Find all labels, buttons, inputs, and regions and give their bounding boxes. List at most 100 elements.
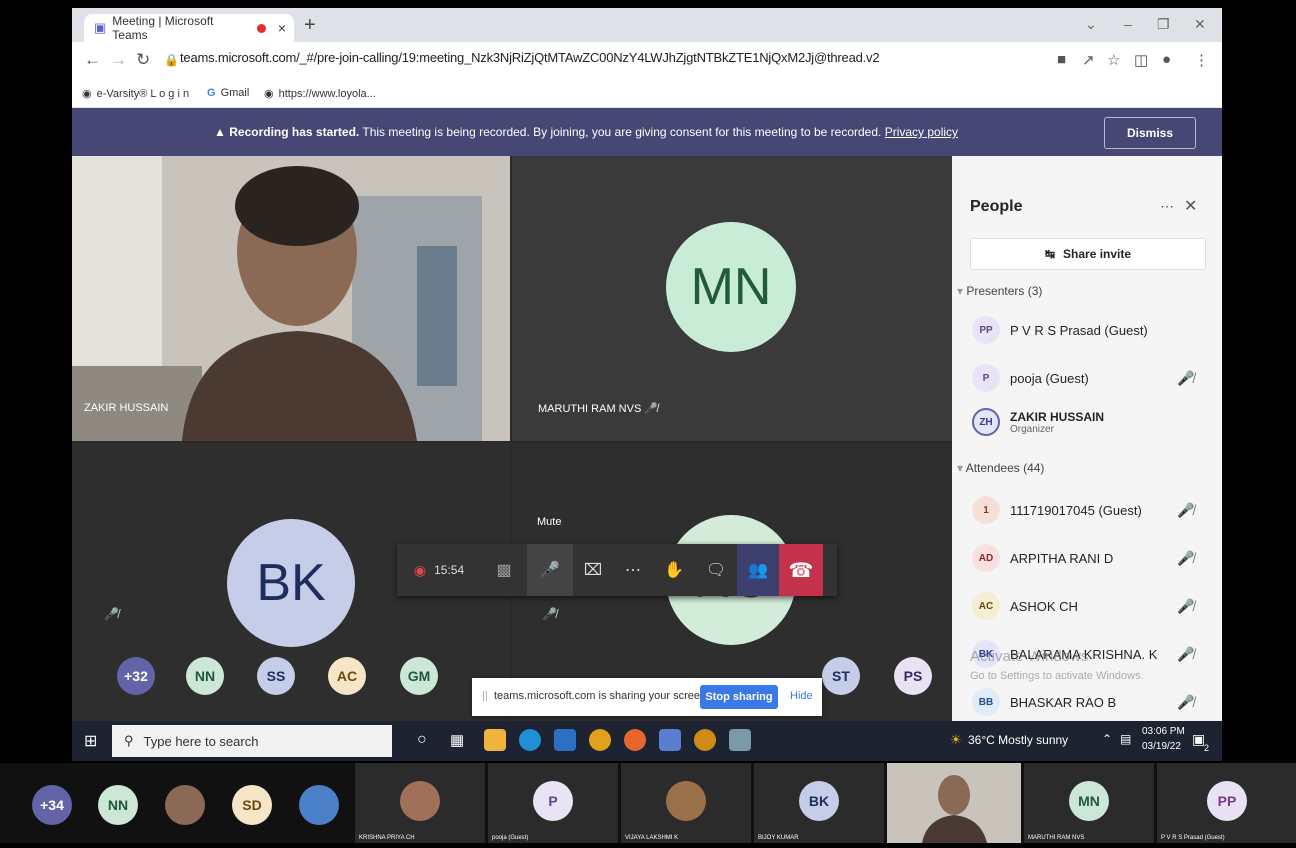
leave-call-button[interactable]: ☎	[779, 544, 823, 596]
store-icon[interactable]	[554, 729, 576, 751]
chat-button[interactable]: 🗨	[695, 544, 737, 596]
participant-avatar[interactable]: GM	[400, 657, 438, 695]
network-icon[interactable]: ▤	[1120, 732, 1131, 746]
hide-button[interactable]: Hide	[790, 690, 813, 702]
sidepanel-icon[interactable]: ◫	[1134, 51, 1148, 69]
share-tray-button[interactable]: ⌧	[573, 544, 613, 596]
menu-icon[interactable]: ⋮	[1194, 51, 1209, 69]
new-tab-button[interactable]: +	[304, 14, 316, 37]
presenters-header[interactable]: ▾ Presenters (3)	[957, 284, 1042, 298]
participant-avatar[interactable]: AC	[328, 657, 366, 695]
participant-photo[interactable]	[299, 785, 339, 825]
tab-teams-meeting[interactable]: ▣ Meeting | Microsoft Teams ×	[84, 14, 294, 42]
profile-icon[interactable]: ●	[1162, 51, 1171, 68]
bookmarks-bar: ◉ e-Varsity® L o g i n G Gmail ◉ https:/…	[72, 80, 1222, 108]
notes-app-icon[interactable]	[659, 729, 681, 751]
chevron-icon[interactable]: ⌄	[1085, 16, 1097, 33]
paint-icon[interactable]	[729, 729, 751, 751]
video-tile-maruthi[interactable]: MN MARUTHI RAM NVS 🎤̸	[512, 156, 952, 441]
bookmark-label: https://www.loyola...	[278, 87, 376, 100]
participant-avatar[interactable]: SD	[232, 785, 272, 825]
overflow-participants-button[interactable]: +32	[117, 657, 155, 695]
privacy-policy-link[interactable]: Privacy policy	[885, 125, 958, 139]
more-options-icon[interactable]: ⋯	[1160, 198, 1174, 215]
strip-tile[interactable]: KRISHNA PRIYA CH	[355, 763, 485, 843]
attendees-header[interactable]: ▾ Attendees (44)	[957, 461, 1044, 475]
participant-video	[72, 156, 510, 441]
participant-avatar[interactable]: NN	[98, 785, 138, 825]
participant-avatar[interactable]: ST	[822, 657, 860, 695]
forward-arrow-icon[interactable]: →	[110, 50, 127, 70]
participant-row[interactable]: BB BHASKAR RAO B 🎤̸	[952, 688, 1222, 716]
video-tile-zakir[interactable]: ZAKIR HUSSAIN	[72, 156, 510, 441]
weather-text[interactable]: 36°C Mostly sunny	[968, 733, 1068, 747]
tab-close-icon[interactable]: ×	[278, 20, 286, 36]
minimize-button[interactable]: –	[1124, 16, 1132, 32]
participant-name: ARPITHA RANI D	[1010, 550, 1114, 566]
drag-handle-icon[interactable]: ||	[482, 690, 488, 702]
chrome-alt-icon[interactable]	[694, 729, 716, 751]
overflow-participants-button[interactable]: +34	[32, 785, 72, 825]
mute-button[interactable]: 🎤	[527, 544, 573, 596]
taskbar-search-box[interactable]: ⚲ Type here to search	[112, 725, 392, 757]
participant-name: ASHOK CH	[1010, 598, 1078, 614]
share-icon[interactable]: ↗	[1082, 51, 1095, 69]
chrome-icon[interactable]	[589, 729, 611, 751]
task-view-icon[interactable]: ▦	[450, 731, 464, 749]
strip-tile[interactable]: VIJAYA LAKSHMI K	[621, 763, 751, 843]
participants-button[interactable]: 👥	[737, 544, 779, 596]
bookmark-label: Gmail	[220, 87, 250, 99]
back-arrow-icon[interactable]: ←	[84, 50, 101, 70]
windows-start-icon[interactable]: ⊞	[84, 731, 97, 751]
meeting-stage: ZAKIR HUSSAIN MN MARUTHI RAM NVS 🎤̸ BK 🎤…	[72, 156, 952, 721]
more-actions-button[interactable]: ⋯	[613, 544, 653, 596]
clock-date[interactable]: 03/19/22	[1142, 741, 1181, 752]
strip-tile[interactable]: MN MARUTHI RAM NVS	[1024, 763, 1154, 843]
participant-avatar[interactable]: PS	[894, 657, 932, 695]
maximize-button[interactable]: ❐	[1157, 16, 1170, 33]
bookmark-gmail[interactable]: G Gmail	[207, 87, 249, 99]
camera-indicator-icon[interactable]: ■	[1057, 51, 1066, 68]
camera-off-button[interactable]: ▩	[481, 544, 527, 596]
strip-tile[interactable]: BK BIJOY KUMAR	[754, 763, 884, 843]
participant-photo	[666, 781, 706, 821]
participant-row[interactable]: 1 111719017045 (Guest) 🎤̸	[952, 496, 1222, 524]
bookmark-loyola[interactable]: ◉ https://www.loyola...	[264, 87, 376, 101]
mic-off-icon: 🎤̸	[644, 403, 659, 415]
clock-time[interactable]: 03:06 PM	[1142, 726, 1185, 737]
file-explorer-icon[interactable]	[484, 729, 506, 751]
reload-icon[interactable]: ↻	[136, 50, 150, 70]
edge-icon[interactable]	[519, 729, 541, 751]
firefox-icon[interactable]	[624, 729, 646, 751]
share-notice-text: teams.microsoft.com is sharing your scre…	[494, 690, 710, 702]
tray-chevron-icon[interactable]: ⌃	[1102, 732, 1112, 746]
participant-row[interactable]: AC ASHOK CH 🎤̸	[952, 592, 1222, 620]
banner-text: This meeting is being recorded. By joini…	[362, 125, 882, 139]
address-bar[interactable]: teams.microsoft.com/_#/pre-join-calling/…	[180, 50, 880, 65]
mic-off-icon: 🎤̸	[1177, 645, 1195, 662]
strip-tile[interactable]: P pooja (Guest)	[488, 763, 618, 843]
participant-avatar[interactable]: NN	[186, 657, 224, 695]
strip-tile-video[interactable]	[887, 763, 1021, 843]
strip-tile-name: pooja (Guest)	[492, 835, 529, 841]
participant-avatar[interactable]: SS	[257, 657, 295, 695]
strip-tile[interactable]: PP P V R S Prasad (Guest)	[1157, 763, 1296, 843]
share-invite-label: Share invite	[1063, 247, 1132, 261]
participant-row[interactable]: ZH ZAKIR HUSSAIN Organizer	[952, 408, 1222, 436]
close-window-button[interactable]: ✕	[1194, 16, 1206, 33]
bookmark-star-icon[interactable]: ☆	[1107, 51, 1120, 69]
cortana-icon[interactable]: ○	[417, 731, 427, 749]
participant-row[interactable]: PP P V R S Prasad (Guest)	[952, 316, 1222, 344]
bookmark-evarsity[interactable]: ◉ e-Varsity® L o g i n	[82, 87, 189, 101]
participant-row[interactable]: AD ARPITHA RANI D 🎤̸	[952, 544, 1222, 572]
google-icon: G	[207, 87, 216, 99]
participant-photo[interactable]	[165, 785, 205, 825]
share-invite-button[interactable]: ↹ Share invite	[970, 238, 1206, 270]
raise-hand-button[interactable]: ✋	[653, 544, 695, 596]
participant-avatar: ZH	[972, 408, 1000, 436]
close-panel-icon[interactable]: ✕	[1184, 196, 1197, 216]
participant-row[interactable]: P pooja (Guest) 🎤̸	[952, 364, 1222, 392]
strip-tile-name: P V R S Prasad (Guest)	[1161, 835, 1225, 841]
stop-sharing-button[interactable]: Stop sharing	[700, 685, 778, 709]
dismiss-button[interactable]: Dismiss	[1104, 117, 1196, 149]
